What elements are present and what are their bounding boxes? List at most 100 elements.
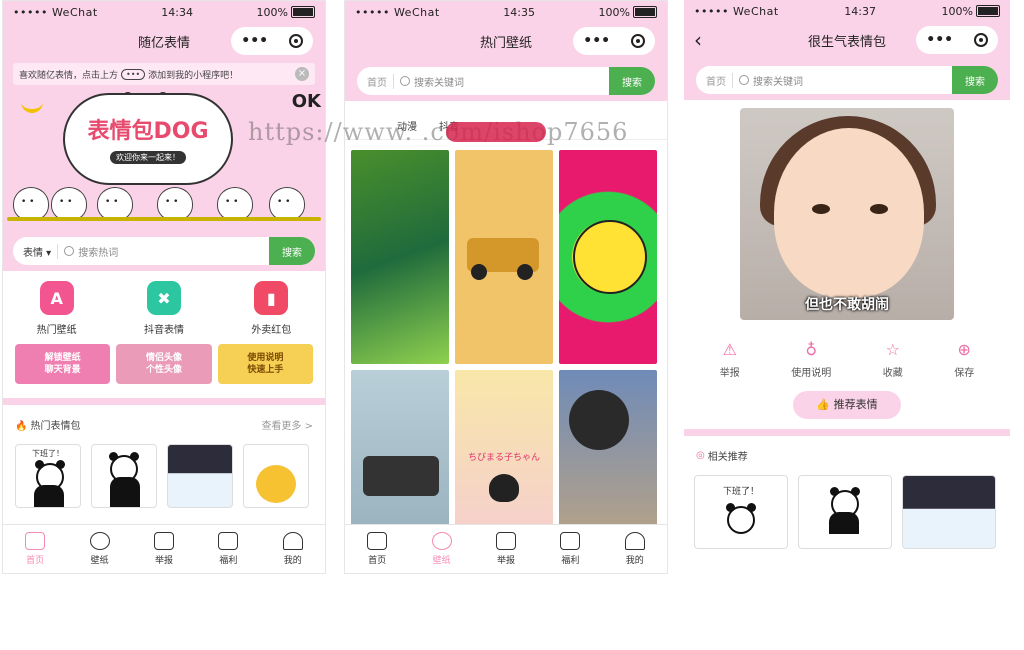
banner-cloud: 表情包DOG 欢迎你来一起来！: [63, 93, 233, 185]
character-icon: [13, 187, 49, 221]
clock: 14:34: [161, 5, 193, 19]
promo-avatar[interactable]: 情侣头像 个性头像: [116, 344, 212, 384]
character-icon: [97, 187, 133, 221]
edit-icon: [153, 532, 174, 550]
sticker-thumb[interactable]: [243, 444, 309, 508]
status-bar: ••••• WeChat 14:37 100%: [684, 0, 1010, 22]
download-icon: ⊕: [957, 340, 971, 359]
add-program-notice: 喜欢随亿表情，点击上方 ••• 添加到我的小程序吧！ ×: [13, 63, 315, 85]
search-bar: 表情 ▾ 搜索热词 搜索: [13, 237, 315, 265]
phone-wallpaper: ••••• WeChat 14:35 100% 热门壁纸 ••• 首页 搜索关键…: [344, 0, 668, 574]
page-title: 很生气表情包: [807, 34, 886, 50]
related-sticker[interactable]: 下班了！: [694, 475, 788, 549]
tab-home[interactable]: 首页: [25, 532, 46, 566]
bulb-icon: ♁: [805, 340, 818, 359]
tab-wallpaper[interactable]: 壁纸: [431, 532, 452, 566]
watermark: https://www. .com/ishop7656: [248, 118, 629, 146]
search-button[interactable]: 搜索: [269, 237, 315, 265]
close-circle-icon[interactable]: [973, 33, 988, 47]
cell-caption: ちびまる子ちゃん: [467, 453, 540, 463]
tab-bar: 首页 壁纸 举报 福利 我的: [345, 524, 667, 573]
search-icon: [739, 75, 749, 85]
save-button[interactable]: ⊕ 保存: [954, 340, 974, 379]
shop-icon: [218, 532, 239, 550]
character-icon: [217, 187, 253, 221]
banner[interactable]: ʕ•ᴥ•ʔ OK 表情包DOG 欢迎你来一起来！: [3, 89, 325, 231]
section-divider: [684, 429, 1010, 436]
tab-home[interactable]: 首页: [367, 532, 388, 566]
search-bar: 首页 搜索关键词 搜索: [357, 67, 655, 95]
close-icon[interactable]: ×: [295, 67, 309, 81]
mini-program-capsule: •••: [231, 27, 313, 55]
quick-redpacket[interactable]: ▮ 外卖红包: [251, 281, 291, 336]
related-sticker[interactable]: [798, 475, 892, 549]
tab-report[interactable]: 举报: [153, 532, 174, 566]
banner-subtitle: 欢迎你来一起来！: [110, 151, 186, 164]
sticker-thumb[interactable]: [167, 444, 233, 508]
search-input[interactable]: 搜索关键词: [394, 74, 609, 89]
shop-icon: [560, 532, 581, 550]
search-category-select[interactable]: 表情 ▾: [13, 243, 59, 259]
clock: 14:37: [844, 4, 876, 18]
more-menu-button[interactable]: •••: [241, 33, 268, 49]
more-menu-button[interactable]: •••: [926, 32, 953, 48]
guide-button[interactable]: ♁ 使用说明: [791, 340, 831, 379]
close-circle-icon[interactable]: [630, 34, 645, 48]
character-icon: [157, 187, 193, 221]
search-bar: 首页 搜索关键词 搜索: [696, 66, 998, 94]
wallpaper-icon: A: [39, 281, 74, 315]
tab-welfare[interactable]: 福利: [218, 532, 239, 566]
back-arrow-icon[interactable]: ‹: [694, 28, 702, 52]
mini-program-capsule: •••: [573, 27, 655, 55]
tab-wallpaper[interactable]: 壁纸: [89, 532, 110, 566]
close-circle-icon[interactable]: [288, 34, 303, 48]
wallpaper-header: ••••• WeChat 14:35 100% 热门壁纸 ••• 首页 搜索关键…: [345, 1, 667, 101]
tab-welfare[interactable]: 福利: [560, 532, 581, 566]
search-input[interactable]: 搜索关键词: [733, 73, 952, 88]
search-icon: [400, 76, 410, 86]
battery-icon: [976, 5, 1000, 17]
search-input[interactable]: 搜索热词: [58, 244, 269, 259]
promo-wallpaper[interactable]: 解锁壁纸 聊天背景: [15, 344, 111, 384]
quick-wallpaper[interactable]: A 热门壁纸: [37, 281, 77, 336]
face-icon: [89, 532, 110, 550]
sticker-thumb[interactable]: [91, 444, 157, 508]
watermark-redaction: [446, 122, 546, 142]
status-bar: ••••• WeChat 14:34 100%: [3, 1, 325, 23]
wallpaper-cell[interactable]: [559, 150, 657, 364]
meme-face: [774, 128, 924, 298]
tab-report[interactable]: 举报: [495, 532, 516, 566]
clock: 14:35: [503, 5, 535, 19]
battery-icon: [633, 6, 657, 18]
sticker-thumb[interactable]: 下班了！: [15, 444, 81, 508]
tab-mine[interactable]: 我的: [624, 532, 645, 566]
favorite-button[interactable]: ☆ 收藏: [883, 340, 903, 379]
character-icon: [51, 187, 87, 221]
recommend-button[interactable]: 👍 推荐表情: [793, 391, 901, 419]
promo-guide[interactable]: 使用说明 快速上手: [217, 344, 313, 384]
more-menu-button[interactable]: •••: [583, 33, 610, 49]
banana-icon: [21, 97, 43, 113]
report-button[interactable]: ⚠ 举报: [720, 340, 740, 379]
quick-entries: A 热门壁纸 ✖ 抖音表情 ▮ 外卖红包: [3, 271, 325, 342]
meme-caption: 但也不敢胡闹: [805, 297, 889, 313]
mini-program-capsule: •••: [916, 26, 998, 54]
battery-label: 100%: [256, 5, 288, 19]
home-link[interactable]: 首页: [357, 73, 394, 89]
hot-section-header: 🔥 热门表情包 查看更多 >: [3, 411, 325, 438]
edit-icon: [495, 532, 516, 550]
home-icon: [367, 532, 388, 550]
view-more-link[interactable]: 查看更多 >: [261, 417, 313, 432]
wallpaper-cell[interactable]: [351, 150, 449, 364]
meme-image[interactable]: 但也不敢胡闹: [740, 108, 954, 320]
related-sticker[interactable]: [902, 475, 996, 549]
related-header: ◎ 相关推荐: [684, 442, 1010, 469]
quick-douyin[interactable]: ✖ 抖音表情: [144, 281, 184, 336]
tab-mine[interactable]: 我的: [282, 532, 303, 566]
search-button[interactable]: 搜索: [609, 67, 655, 95]
wallpaper-cell[interactable]: [455, 150, 553, 364]
notice-text-before: 喜欢随亿表情，点击上方: [19, 70, 119, 81]
banner-ok: OK: [291, 91, 321, 112]
search-button[interactable]: 搜索: [952, 66, 998, 94]
home-link[interactable]: 首页: [696, 72, 733, 88]
